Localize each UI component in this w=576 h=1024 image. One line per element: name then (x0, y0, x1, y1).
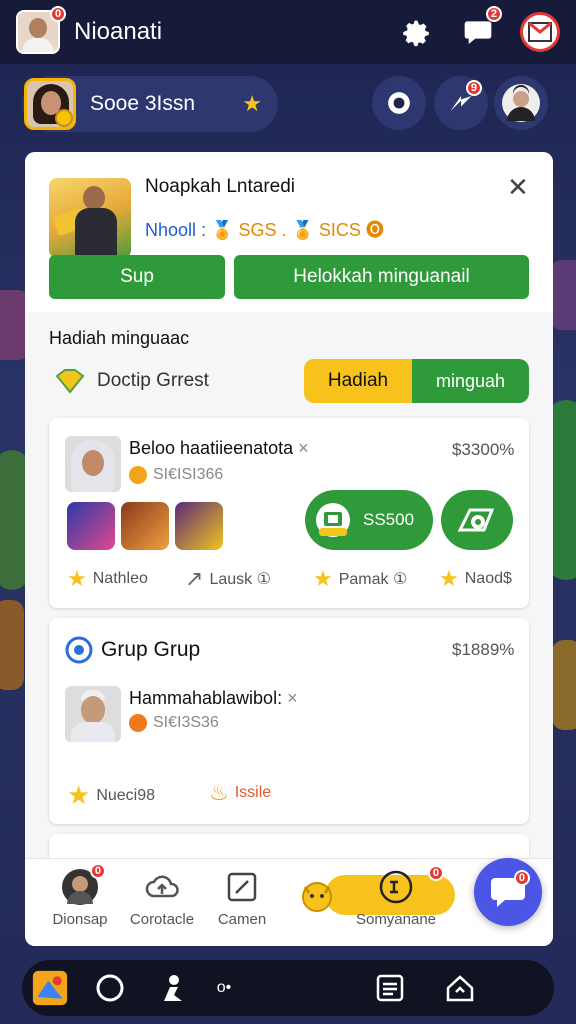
nav-label: Corotacle (129, 911, 195, 928)
ticket-icon (316, 503, 350, 537)
coin-icon (129, 714, 147, 732)
meta-item: ♨ Issile (209, 780, 272, 805)
top-bar: 0 Nioanati 2 (0, 0, 576, 64)
group-icon (65, 636, 93, 664)
cloud-upload-icon (142, 867, 182, 907)
person-icon[interactable] (156, 970, 192, 1006)
player-amount: $3300% (452, 440, 515, 459)
meta-item: ★ Naod$ (439, 566, 512, 591)
amount-pill[interactable]: SS500 (305, 490, 433, 550)
meta-item: ★ Nathleo (67, 566, 148, 591)
bg-decoration (552, 640, 576, 730)
promo-sub-values: 🏅 SGS . 🏅 SICS 🅞 (211, 220, 384, 240)
game-tile[interactable] (121, 502, 169, 550)
mail-icon[interactable] (520, 12, 560, 52)
chat-fab-button[interactable]: 0 (474, 858, 542, 926)
toggle-on[interactable]: Hadiah (304, 359, 412, 403)
group-amount: $1889% (452, 640, 515, 659)
edit-icon (222, 867, 262, 907)
bg-decoration (550, 260, 576, 330)
weekly-toggle[interactable]: Hadiah minguah (304, 359, 529, 403)
nav-label: Somyanane (355, 911, 437, 928)
nav-label: Camen (217, 911, 267, 928)
avatar-badge: 0 (50, 6, 67, 22)
game-app-icon[interactable] (32, 970, 68, 1006)
nav-label: Dionsap (52, 911, 108, 928)
cat-icon (302, 882, 332, 912)
promo-image (49, 178, 131, 258)
meta-item: ↗ Lausk ① (185, 566, 271, 591)
section-heading: Hadiah minguaac (49, 328, 190, 348)
coin-icon (129, 466, 147, 484)
panel-nav: 0 Dionsap Corotacle Camen 0 Somyanane (25, 858, 553, 946)
profile-name: Sooe 3Issn (90, 92, 196, 115)
fab-badge: 0 (513, 870, 530, 886)
nav-item-camen[interactable]: Camen (197, 867, 287, 928)
list-icon[interactable] (372, 970, 408, 1006)
home-circle-icon[interactable] (92, 970, 128, 1006)
alert-badge: 9 (465, 80, 482, 96)
star-icon: ★ (242, 91, 262, 116)
promo-small-button[interactable]: Sup (49, 255, 225, 299)
profile-pill[interactable]: Sooe 3Issn ★ (22, 76, 278, 132)
promo-large-button[interactable]: Helokkah minguanail (234, 255, 529, 299)
group-card[interactable]: Grup Grup $1889% Hammahablawibol: × SI€I… (49, 618, 529, 824)
gift-icon (457, 508, 495, 532)
friend-avatar[interactable] (494, 76, 548, 130)
gift-button[interactable] (441, 490, 513, 550)
nav-item-dionsap[interactable]: 0 Dionsap (35, 863, 125, 928)
promo-title: Noapkah Lntaredi (145, 176, 295, 197)
bonus-label: Doctip Grrest (97, 370, 209, 391)
home-icon[interactable] (442, 970, 478, 1006)
member-avatar (65, 686, 121, 742)
nav-item-somyanane[interactable]: 0 Somyanane (351, 865, 444, 928)
profile-avatar[interactable] (24, 78, 76, 130)
promo-sub-prefix: Nhooll : (145, 220, 207, 240)
system-bar: o• (22, 960, 554, 1016)
player-avatar (65, 436, 121, 492)
nav-item-corotacle[interactable]: Corotacle (117, 867, 207, 928)
emoji-icon: 0 (376, 865, 444, 907)
chat-badge: 2 (485, 6, 502, 22)
member-sub: SI€I3S36 (129, 714, 219, 732)
toggle-off[interactable]: minguah (412, 359, 529, 403)
dots-indicator: o• (216, 979, 232, 996)
promo-card: Noapkah Lntaredi Nhooll : 🏅 SGS . 🏅 SICS… (25, 152, 553, 312)
close-icon[interactable]: ✕ (507, 174, 529, 200)
player-sub: SI€ISI366 (129, 466, 223, 484)
app-title: Nioanati (74, 18, 163, 45)
nav-badge: 0 (427, 865, 444, 881)
bonus-row[interactable]: Doctip Grrest (55, 368, 209, 394)
avatar-icon: 0 (60, 863, 106, 907)
gem-icon (55, 369, 85, 394)
bg-decoration (0, 600, 24, 690)
nav-badge: 0 (89, 863, 106, 879)
group-title: Grup Grup (101, 638, 201, 661)
chat-icon[interactable]: 2 (458, 6, 502, 52)
promo-subtitle: Nhooll : 🏅 SGS . 🏅 SICS 🅞 (145, 216, 384, 242)
meta-item: ★ Pamak ① (313, 566, 408, 591)
game-tile[interactable] (175, 502, 223, 550)
settings-icon[interactable] (396, 12, 436, 52)
member-name: Hammahablawibol: × (129, 688, 298, 708)
player-name: Beloo haatiieenatota × (129, 438, 309, 458)
share-button[interactable]: 9 (434, 76, 488, 130)
player-card[interactable]: Beloo haatiieenatota × SI€ISI366 $3300% … (49, 418, 529, 608)
record-button[interactable] (372, 76, 426, 130)
game-tile[interactable] (67, 502, 115, 550)
main-panel: Noapkah Lntaredi Nhooll : 🏅 SGS . 🏅 SICS… (25, 152, 553, 946)
meta-item: ★ Nueci98 (67, 780, 156, 810)
